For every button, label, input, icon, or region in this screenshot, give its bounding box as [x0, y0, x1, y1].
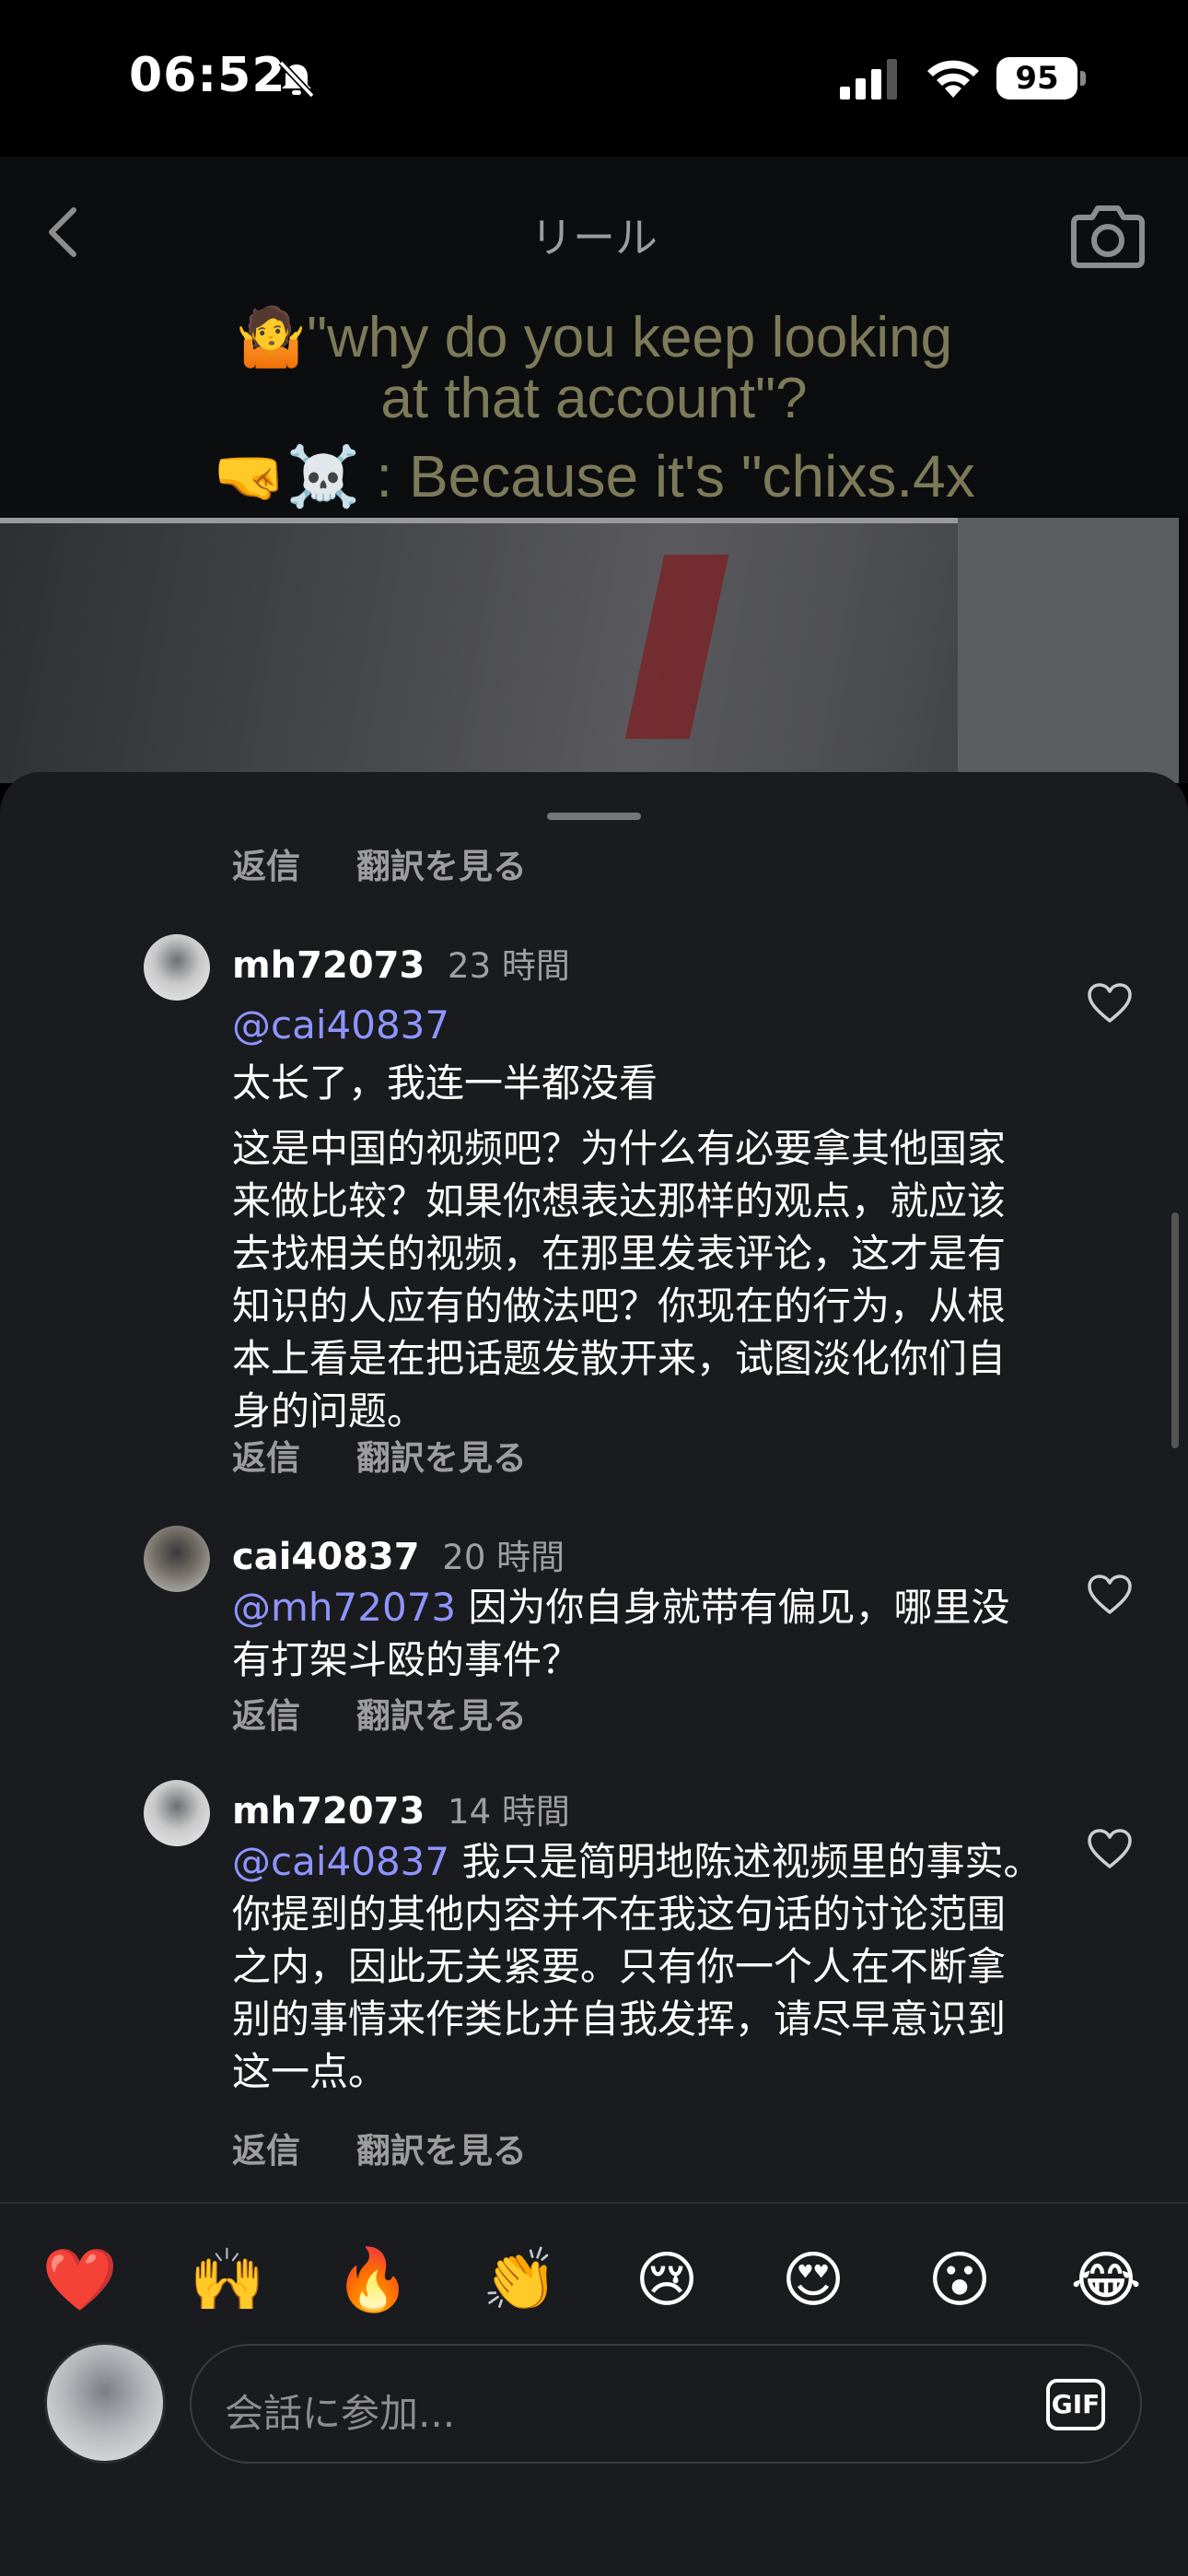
- reaction-fire[interactable]: 🔥: [332, 2239, 414, 2322]
- see-translation-button[interactable]: 翻訳を見る: [356, 1438, 527, 1478]
- comment-username[interactable]: mh72073: [232, 1790, 425, 1832]
- see-translation-button[interactable]: 翻訳を見る: [356, 2131, 527, 2171]
- comment-time: 14 時間: [448, 1792, 570, 1832]
- comment-actions: 返信 翻訳を見る: [232, 1430, 571, 1480]
- comment-time: 20 時間: [442, 1538, 565, 1577]
- battery-level: 95: [1015, 60, 1059, 97]
- comment-text: @cai40837 我只是简明地陈述视频里的事实。你提到的其他内容并不在我这句话…: [232, 1839, 1042, 2094]
- camera-icon[interactable]: [1070, 201, 1146, 269]
- comment-input-placeholder: 会話に参加...: [225, 2391, 456, 2436]
- cellular-signal-icon: [840, 59, 897, 100]
- battery-indicator: 95: [996, 57, 1086, 100]
- reaction-heart[interactable]: ❤️: [39, 2239, 122, 2322]
- comment-actions: 返信 翻訳を見る: [232, 2123, 571, 2172]
- my-avatar: [44, 2342, 166, 2464]
- like-heart-icon[interactable]: [1087, 1574, 1133, 1616]
- gif-button[interactable]: GIF: [1046, 2379, 1105, 2430]
- mention-link[interactable]: @cai40837: [232, 1002, 449, 1048]
- comments-scrollbar[interactable]: [1171, 1212, 1179, 1448]
- avatar[interactable]: [144, 1526, 210, 1592]
- comment-time: 23 時間: [448, 946, 570, 986]
- comment-actions: 返信 翻訳を見る: [232, 1688, 571, 1738]
- comment-username[interactable]: mh72073: [232, 944, 425, 987]
- reaction-raised-hands[interactable]: 🙌: [186, 2239, 269, 2322]
- wifi-icon: [927, 60, 979, 98]
- sheet-grabber[interactable]: [547, 813, 641, 820]
- reel-caption-2: 🤜☠️ : Because it's "chixs.4x: [213, 443, 975, 509]
- comment-actions: 返信 翻訳を見る: [232, 838, 571, 888]
- comments-list[interactable]: 返信 翻訳を見る mh72073 23 時間 @cai40837 太长了，我连一…: [0, 838, 1188, 2200]
- mention-link[interactable]: @cai40837: [232, 1839, 449, 1884]
- reply-button[interactable]: 返信: [232, 847, 300, 886]
- reaction-cry[interactable]: 😢: [625, 2239, 708, 2322]
- quick-reactions: ❤️ 🙌 🔥 👏 😢 😍 😮 😂: [0, 2239, 1188, 2322]
- reply-button[interactable]: 返信: [232, 1438, 300, 1478]
- status-bar: 06:52 95: [0, 0, 1188, 157]
- like-heart-icon[interactable]: [1087, 982, 1133, 1025]
- reel-frame: [0, 518, 1179, 783]
- mention-link[interactable]: @mh72073: [232, 1585, 456, 1630]
- reel-video[interactable]: リール 🤷"why do you keep looking at that ac…: [0, 157, 1188, 783]
- page-title: リール: [530, 213, 658, 263]
- like-heart-icon[interactable]: [1087, 1828, 1133, 1870]
- reaction-clap[interactable]: 👏: [479, 2239, 562, 2322]
- see-translation-button[interactable]: 翻訳を見る: [356, 847, 527, 886]
- comment-text: @mh72073 因为你自身就带有偏见，哪里没有打架斗殴的事件？: [232, 1585, 1010, 1682]
- comment-text: @cai40837 太长了，我连一半都没看 这是中国的视频吧？为什么有必要拿其他…: [232, 1002, 1007, 1434]
- reaction-surprised[interactable]: 😮: [918, 2239, 1001, 2322]
- reaction-laugh[interactable]: 😂: [1065, 2239, 1147, 2322]
- avatar[interactable]: [144, 1780, 210, 1846]
- reply-button[interactable]: 返信: [232, 2131, 300, 2171]
- avatar[interactable]: [144, 934, 210, 1001]
- reel-caption: 🤷"why do you keep looking at that accoun…: [235, 306, 953, 430]
- bell-off-icon: [278, 60, 315, 99]
- see-translation-button[interactable]: 翻訳を見る: [356, 1696, 527, 1736]
- reply-button[interactable]: 返信: [232, 1696, 300, 1736]
- reaction-heart-eyes[interactable]: 😍: [772, 2239, 855, 2322]
- comment-username[interactable]: cai40837: [232, 1536, 420, 1578]
- comment-input[interactable]: 会話に参加... GIF: [190, 2344, 1142, 2464]
- status-time: 06:52: [129, 48, 286, 103]
- composer-bar: ❤️ 🙌 🔥 👏 😢 😍 😮 😂 会話に参加... GIF: [0, 2202, 1188, 2576]
